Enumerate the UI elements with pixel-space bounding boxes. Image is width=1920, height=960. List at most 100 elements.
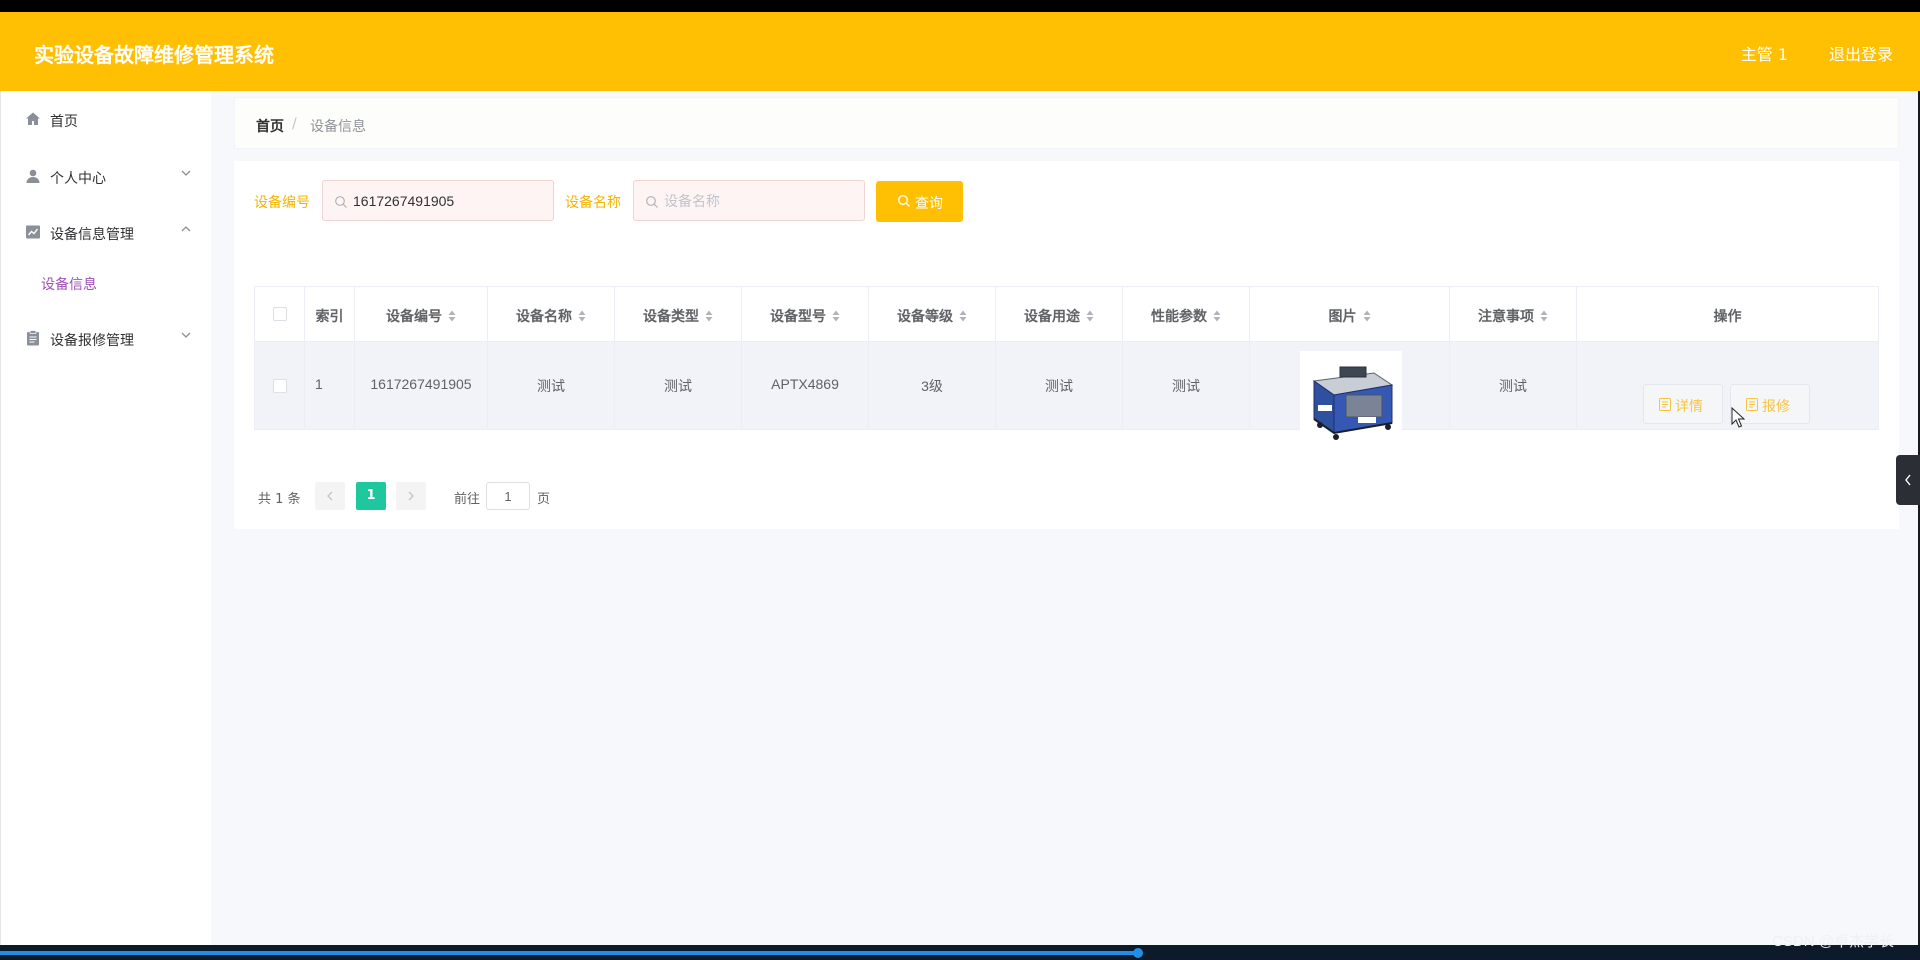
chevron-right-icon bbox=[408, 491, 414, 501]
sidebar-subitem-label: 设备信息 bbox=[41, 277, 97, 293]
code-search-input[interactable] bbox=[353, 181, 548, 220]
app-header: 实验设备故障维修管理系统 主管 1 退出登录 bbox=[0, 12, 1920, 91]
sidebar-item-repair-management[interactable]: 设备报修管理 bbox=[1, 319, 212, 359]
sort-icon[interactable] bbox=[832, 310, 840, 322]
chart-icon bbox=[25, 224, 41, 240]
search-icon bbox=[645, 194, 659, 208]
sort-icon[interactable] bbox=[578, 310, 586, 322]
column-header[interactable]: 设备编号 bbox=[355, 287, 488, 341]
next-page-button[interactable] bbox=[396, 482, 426, 510]
detail-button-label: 详情 bbox=[1675, 399, 1703, 415]
goto-page-input[interactable] bbox=[486, 482, 530, 510]
sort-icon[interactable] bbox=[448, 310, 456, 322]
column-header-label: 性能参数 bbox=[1151, 309, 1207, 325]
column-header[interactable]: 注意事项 bbox=[1450, 287, 1577, 341]
table-cell: APTX4869 bbox=[742, 342, 869, 429]
column-header[interactable]: 设备用途 bbox=[996, 287, 1123, 341]
column-header-label: 设备类型 bbox=[643, 309, 699, 325]
mouse-cursor-icon bbox=[1731, 407, 1745, 428]
column-header-label: 索引 bbox=[315, 309, 344, 325]
detail-button[interactable]: 详情 bbox=[1643, 384, 1723, 424]
column-header-label: 注意事项 bbox=[1478, 309, 1534, 325]
select-all-checkbox[interactable] bbox=[273, 307, 287, 321]
table-header: 索引 设备编号 设备名称 设备类型 设备型号 设备等级 设备用途 性能参数 图片… bbox=[255, 287, 1878, 342]
chevron-down-icon bbox=[180, 329, 192, 341]
breadcrumb: 首页 / 设备信息 bbox=[234, 97, 1899, 149]
breadcrumb-current: 设备信息 bbox=[310, 119, 366, 135]
code-search-box bbox=[322, 180, 554, 221]
column-header[interactable]: 设备等级 bbox=[869, 287, 996, 341]
column-header[interactable]: 设备名称 bbox=[488, 287, 615, 341]
sidebar: 首页 个人中心 设备信息管理 设备信息 设备报修管理 bbox=[0, 91, 211, 945]
cell-type: 测试 bbox=[664, 378, 692, 394]
sidebar-item-home[interactable]: 首页 bbox=[1, 100, 212, 140]
cell-model: APTX4869 bbox=[771, 376, 839, 392]
code-search-label: 设备编号 bbox=[254, 195, 310, 211]
collapse-panel-toggle[interactable] bbox=[1896, 455, 1920, 505]
cell-index: 1 bbox=[315, 376, 323, 392]
cell-params: 测试 bbox=[1172, 378, 1200, 394]
query-button[interactable]: 查询 bbox=[876, 181, 963, 222]
clipboard-icon bbox=[25, 330, 41, 346]
current-user: 主管 1 bbox=[1740, 45, 1788, 64]
sort-icon[interactable] bbox=[1540, 310, 1548, 322]
table-cell: 测试 bbox=[488, 342, 615, 429]
video-progress-bar[interactable] bbox=[0, 945, 1920, 960]
cell-name: 测试 bbox=[537, 378, 565, 394]
cell-level: 3级 bbox=[921, 378, 943, 394]
app-title: 实验设备故障维修管理系统 bbox=[34, 43, 274, 67]
column-header[interactable]: 图片 bbox=[1250, 287, 1450, 341]
table-cell: 测试 bbox=[996, 342, 1123, 429]
column-header-label: 设备用途 bbox=[1024, 309, 1080, 325]
column-header[interactable]: 设备类型 bbox=[615, 287, 742, 341]
page-number-current[interactable]: 1 bbox=[356, 482, 386, 510]
document-icon bbox=[1746, 398, 1758, 411]
repair-button-label: 报修 bbox=[1762, 399, 1790, 415]
row-checkbox[interactable] bbox=[273, 379, 287, 393]
name-search-input[interactable] bbox=[664, 181, 859, 220]
table-cell: 1617267491905 bbox=[355, 342, 488, 429]
video-progress-fill bbox=[0, 951, 1138, 955]
breadcrumb-home[interactable]: 首页 bbox=[256, 116, 284, 136]
user-icon bbox=[25, 168, 41, 184]
sidebar-item-label: 设备报修管理 bbox=[50, 333, 134, 349]
table-cell: 测试 bbox=[1123, 342, 1250, 429]
page-suffix: 页 bbox=[537, 492, 551, 507]
home-icon bbox=[25, 111, 41, 127]
column-header[interactable]: 性能参数 bbox=[1123, 287, 1250, 341]
column-header-label: 操作 bbox=[1713, 309, 1742, 325]
column-header[interactable]: 设备型号 bbox=[742, 287, 869, 341]
cell-usage: 测试 bbox=[1045, 378, 1073, 394]
sidebar-item-equipment-management[interactable]: 设备信息管理 bbox=[1, 213, 212, 253]
column-header: 索引 bbox=[305, 287, 355, 341]
prev-page-button[interactable] bbox=[315, 482, 345, 510]
search-icon bbox=[897, 194, 911, 208]
document-icon bbox=[1659, 398, 1671, 411]
pagination-total: 共 1 条 bbox=[258, 492, 301, 507]
name-search-box bbox=[633, 180, 865, 221]
row-select-cell bbox=[255, 342, 305, 429]
query-button-label: 查询 bbox=[915, 196, 943, 212]
table-cell: 3级 bbox=[869, 342, 996, 429]
equipment-photo[interactable] bbox=[1300, 351, 1402, 453]
chevron-down-icon bbox=[180, 167, 192, 179]
top-strip bbox=[0, 0, 1920, 12]
sort-icon[interactable] bbox=[1213, 310, 1221, 322]
logout-link[interactable]: 退出登录 bbox=[1829, 41, 1893, 65]
sort-icon[interactable] bbox=[1363, 310, 1371, 322]
cell-notes: 测试 bbox=[1499, 378, 1527, 394]
sidebar-item-label: 设备信息管理 bbox=[50, 227, 134, 243]
column-header-label: 设备名称 bbox=[516, 309, 572, 325]
table-cell: 测试 bbox=[615, 342, 742, 429]
sidebar-subitem-equipment-info[interactable]: 设备信息 bbox=[1, 266, 212, 300]
sort-icon[interactable] bbox=[959, 310, 967, 322]
name-search-label: 设备名称 bbox=[565, 195, 621, 211]
sidebar-item-personal-center[interactable]: 个人中心 bbox=[1, 157, 212, 197]
video-progress-knob[interactable] bbox=[1133, 948, 1143, 958]
chevron-left-icon bbox=[1905, 474, 1911, 486]
table-cell: 详情 报修 bbox=[1577, 342, 1878, 429]
table-row: 1 1617267491905 测试 测试 APTX4869 3级 测试 测试 bbox=[255, 342, 1878, 453]
sort-icon[interactable] bbox=[705, 310, 713, 322]
sort-icon[interactable] bbox=[1086, 310, 1094, 322]
chevron-left-icon bbox=[327, 491, 333, 501]
